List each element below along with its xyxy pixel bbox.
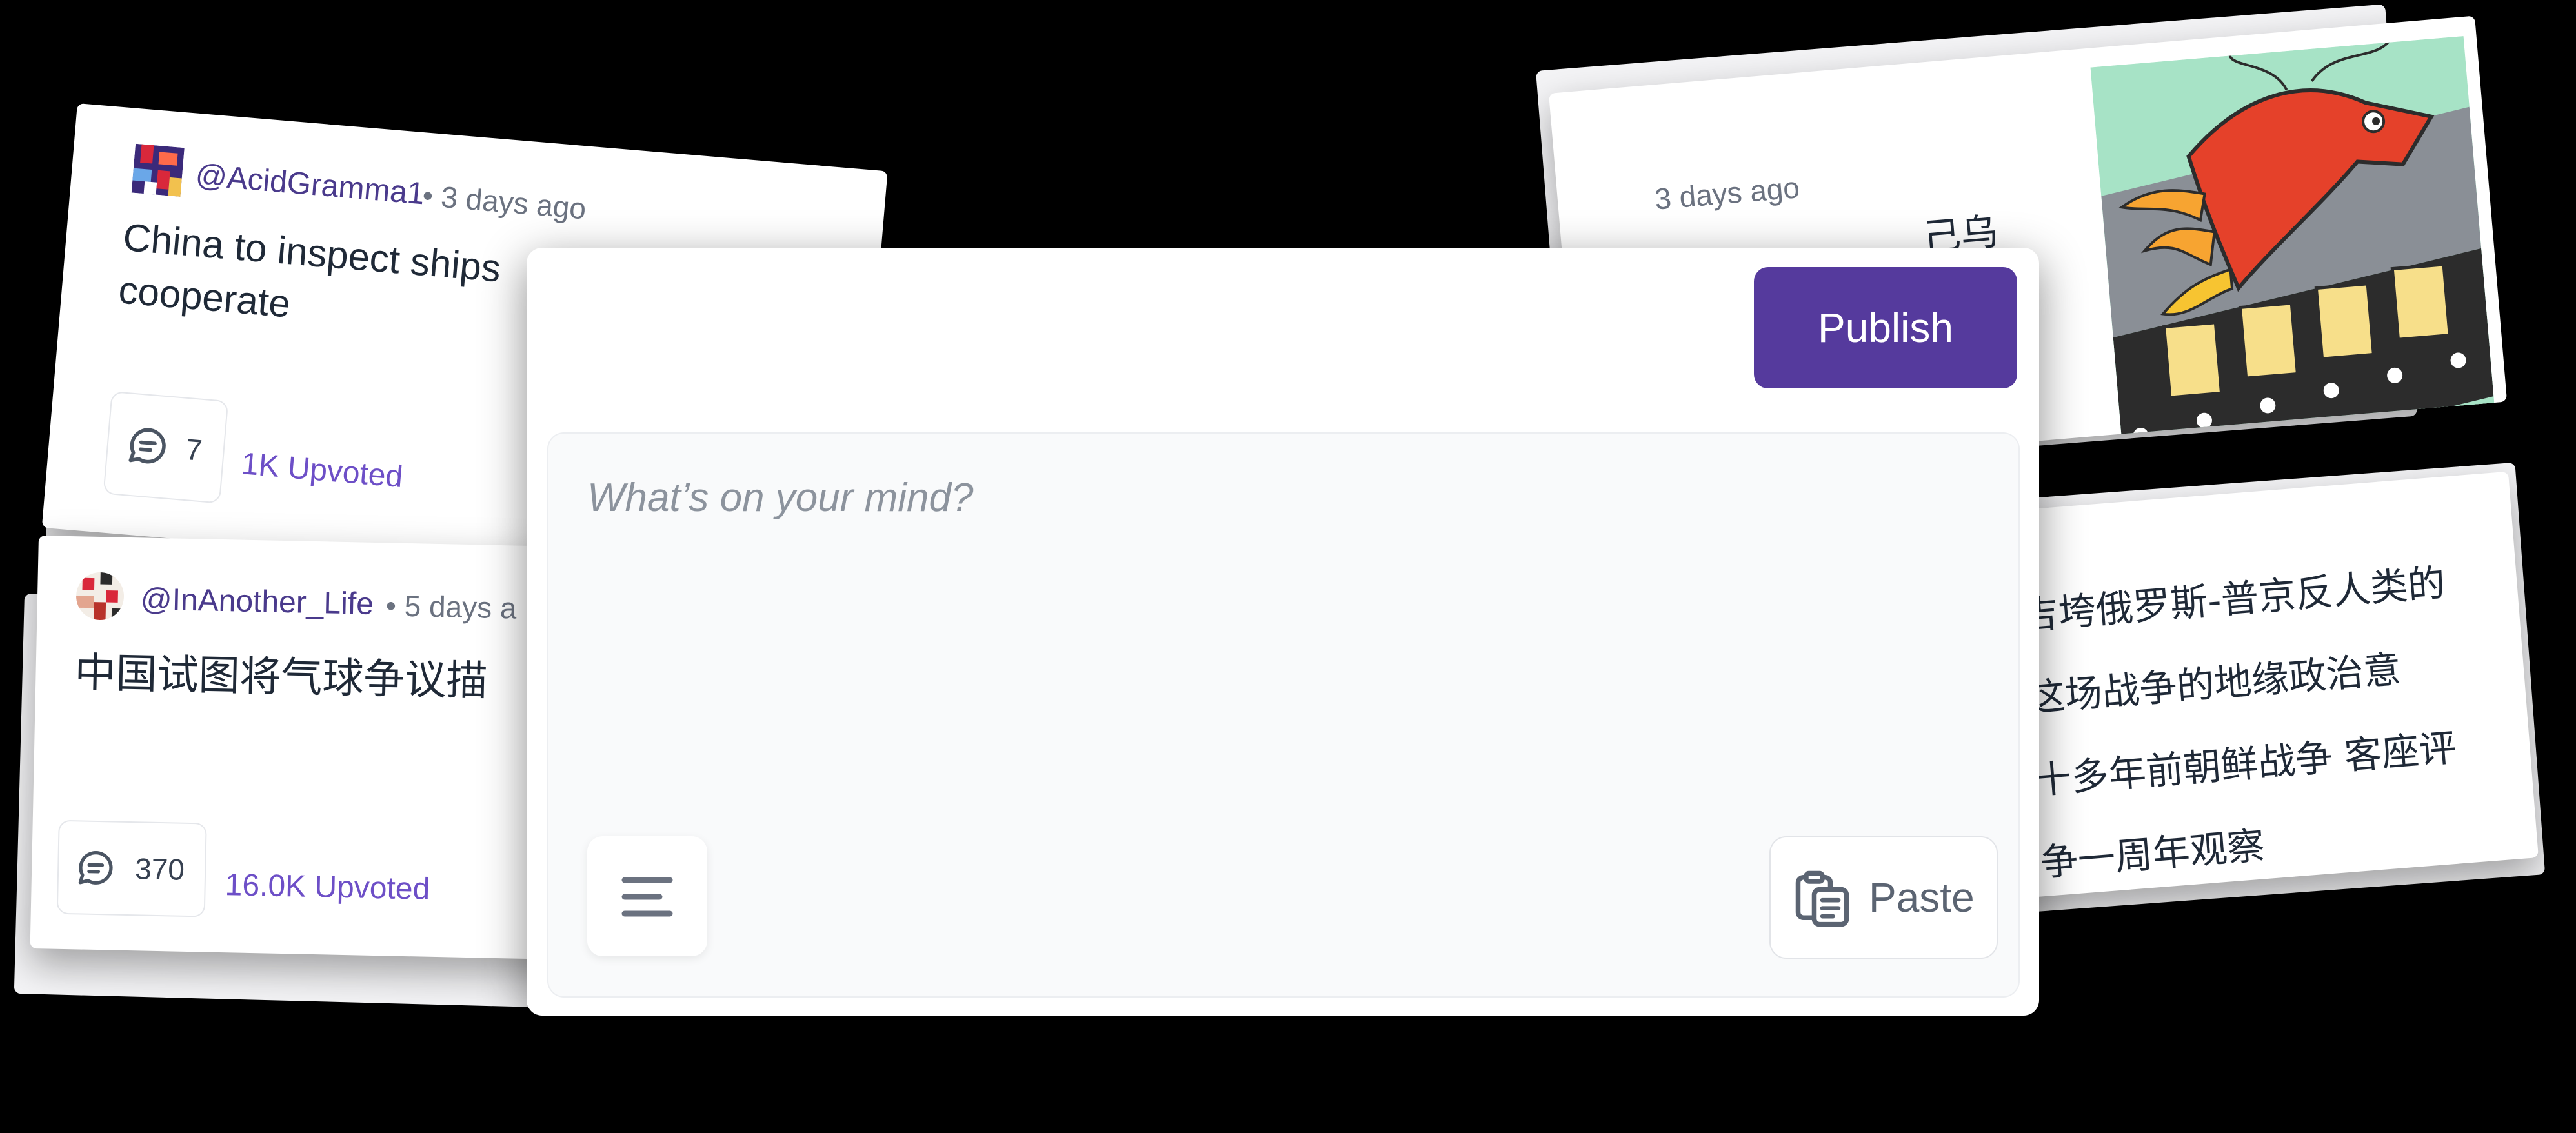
- avatar: [131, 143, 185, 197]
- post-title[interactable]: 中国试图将气球争议描: [74, 639, 488, 707]
- post-timestamp: • 3 days ago: [421, 178, 588, 226]
- comment-count: 7: [184, 432, 204, 467]
- publish-button[interactable]: Publish: [1754, 267, 2017, 388]
- paste-label: Paste: [1869, 874, 1975, 921]
- post-timestamp: • 5 days a: [385, 588, 518, 625]
- text-align-icon: [621, 877, 673, 917]
- comment-count: 370: [134, 852, 185, 887]
- post-timestamp: 3 days ago: [1653, 170, 1801, 216]
- post-author-handle[interactable]: @AcidGramma1: [194, 157, 426, 212]
- dragon-illustration: [2090, 36, 2496, 454]
- post-excerpt: 吉垮俄罗斯-普京反人类的 这场战争的地缘政治意 十多年前朝鲜战争 客座评 争一周…: [2019, 561, 2459, 885]
- post-author-handle[interactable]: @InAnother_Life: [140, 581, 374, 622]
- upvote-count[interactable]: 1K Upvoted: [240, 446, 405, 495]
- upvote-count[interactable]: 16.0K Upvoted: [225, 867, 430, 907]
- post-text-editor[interactable]: What’s on your mind? Paste: [547, 432, 2020, 998]
- comment-count-button[interactable]: 370: [56, 819, 207, 917]
- paste-button[interactable]: Paste: [1769, 836, 1998, 959]
- post-image[interactable]: [2090, 36, 2496, 454]
- avatar: [75, 572, 125, 621]
- post-composer: Publish What’s on your mind? Paste: [527, 248, 2039, 1016]
- editor-placeholder: What’s on your mind?: [587, 476, 974, 520]
- comment-icon: [78, 851, 113, 885]
- comment-count-button[interactable]: 7: [103, 390, 229, 504]
- post-title[interactable]: China to inspect ships cooperate: [117, 211, 503, 348]
- format-button[interactable]: [587, 836, 707, 956]
- clipboard-icon: [1795, 870, 1849, 927]
- comment-icon: [128, 428, 166, 464]
